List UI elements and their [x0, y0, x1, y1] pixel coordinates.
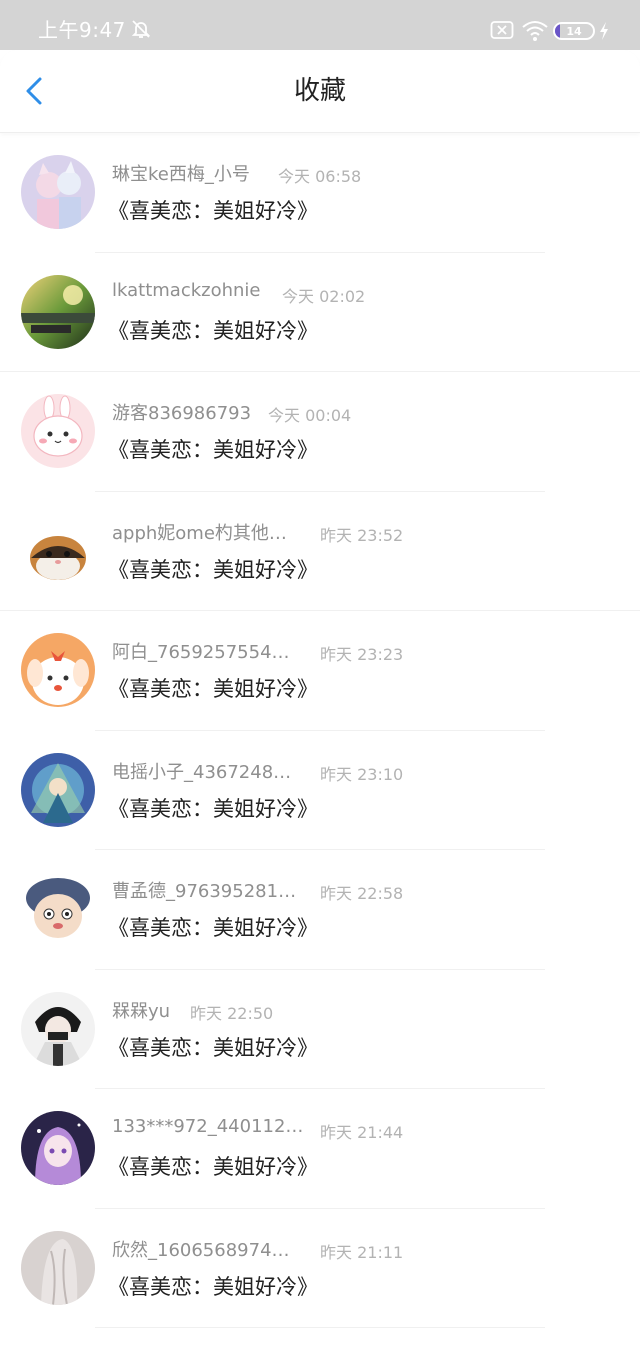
avatar[interactable] — [21, 633, 95, 707]
timestamp: 昨天 21:11 — [320, 1242, 404, 1262]
list-item[interactable]: lkattmackzohnie 今天 02:02 《喜美恋：美姐好冷》 — [0, 253, 640, 372]
work-title[interactable]: 《喜美恋：美姐好冷》 — [108, 912, 318, 942]
username[interactable]: 槑槑yu — [112, 997, 170, 1023]
battery-icon: 14 — [553, 22, 595, 40]
divider — [95, 1327, 545, 1328]
avatar[interactable] — [21, 1111, 95, 1185]
sim-off-icon — [490, 20, 514, 44]
work-title[interactable]: 《喜美恋：美姐好冷》 — [108, 554, 318, 584]
timestamp: 今天 02:02 — [282, 286, 366, 306]
avatar[interactable] — [21, 155, 95, 229]
list-item[interactable]: 槑槑yu 昨天 22:50 《喜美恋：美姐好冷》 — [0, 970, 640, 1089]
list-item[interactable]: 阿白_7659257554… 昨天 23:23 《喜美恋：美姐好冷》 — [0, 611, 640, 731]
timestamp: 昨天 23:23 — [320, 645, 404, 664]
work-title[interactable]: 《喜美恋：美姐好冷》 — [108, 1151, 318, 1181]
page-title: 收藏 — [293, 76, 346, 106]
work-title[interactable]: 《喜美恋：美姐好冷》 — [108, 1271, 318, 1301]
avatar[interactable] — [21, 1230, 95, 1305]
list-item[interactable]: apph妮ome杓其他… 昨天 23:52 《喜美恋：美姐好冷》 — [0, 492, 640, 611]
favorites-list: 琳宝ke西梅_小号 今天 06:58 《喜美恋：美姐好冷》 lkattmackz… — [0, 133, 640, 1328]
list-item[interactable]: 电摇小子_4367248… 昨天 23:10 《喜美恋：美姐好冷》 — [0, 731, 640, 850]
mute-bell-icon — [130, 18, 152, 44]
nav-bar: 收藏 — [0, 50, 640, 133]
work-title[interactable]: 《喜美恋：美姐好冷》 — [108, 1032, 318, 1062]
list-item[interactable]: 133***972_440112… 昨天 21:44 《喜美恋：美姐好冷》 — [0, 1089, 640, 1209]
avatar[interactable] — [21, 394, 95, 468]
avatar[interactable] — [21, 752, 95, 827]
timestamp: 昨天 22:58 — [320, 884, 404, 903]
avatar[interactable] — [21, 872, 95, 946]
work-title[interactable]: 《喜美恋：美姐好冷》 — [108, 315, 318, 345]
wifi-icon — [521, 18, 549, 46]
work-title[interactable]: 《喜美恋：美姐好冷》 — [108, 434, 318, 464]
timestamp: 昨天 23:10 — [320, 764, 404, 784]
avatar[interactable] — [21, 991, 95, 1066]
list-item[interactable]: 曹孟德_976395281… 昨天 22:58 《喜美恋：美姐好冷》 — [0, 850, 640, 970]
timestamp: 今天 06:58 — [278, 167, 362, 186]
username[interactable]: 欣然_1606568974… — [112, 1236, 290, 1262]
username[interactable]: lkattmackzohnie — [112, 280, 261, 301]
list-item[interactable]: 游客836986793 今天 00:04 《喜美恋：美姐好冷》 — [0, 372, 640, 492]
avatar[interactable] — [21, 274, 95, 349]
username[interactable]: 阿白_7659257554… — [112, 638, 290, 664]
status-bar: 上午9:47 14 — [0, 0, 640, 50]
username[interactable]: apph妮ome杓其他… — [112, 519, 287, 545]
status-time: 上午9:47 — [38, 18, 126, 42]
charging-icon — [598, 21, 610, 45]
avatar[interactable] — [21, 513, 95, 588]
timestamp: 昨天 21:44 — [320, 1123, 404, 1142]
username[interactable]: 游客836986793 — [112, 399, 251, 425]
list-item[interactable]: 琳宝ke西梅_小号 今天 06:58 《喜美恋：美姐好冷》 — [0, 133, 640, 253]
work-title[interactable]: 《喜美恋：美姐好冷》 — [108, 195, 318, 225]
timestamp: 今天 00:04 — [268, 406, 352, 425]
username[interactable]: 琳宝ke西梅_小号 — [112, 160, 250, 186]
work-title[interactable]: 《喜美恋：美姐好冷》 — [108, 793, 318, 823]
battery-level: 14 — [566, 24, 582, 38]
username[interactable]: 电摇小子_4367248… — [112, 758, 291, 784]
work-title[interactable]: 《喜美恋：美姐好冷》 — [108, 673, 318, 703]
timestamp: 昨天 22:50 — [190, 1003, 274, 1023]
timestamp: 昨天 23:52 — [320, 525, 404, 545]
list-item[interactable]: 欣然_1606568974… 昨天 21:11 《喜美恋：美姐好冷》 — [0, 1209, 640, 1328]
username[interactable]: 曹孟德_976395281… — [112, 877, 296, 903]
username[interactable]: 133***972_440112… — [112, 1116, 303, 1137]
